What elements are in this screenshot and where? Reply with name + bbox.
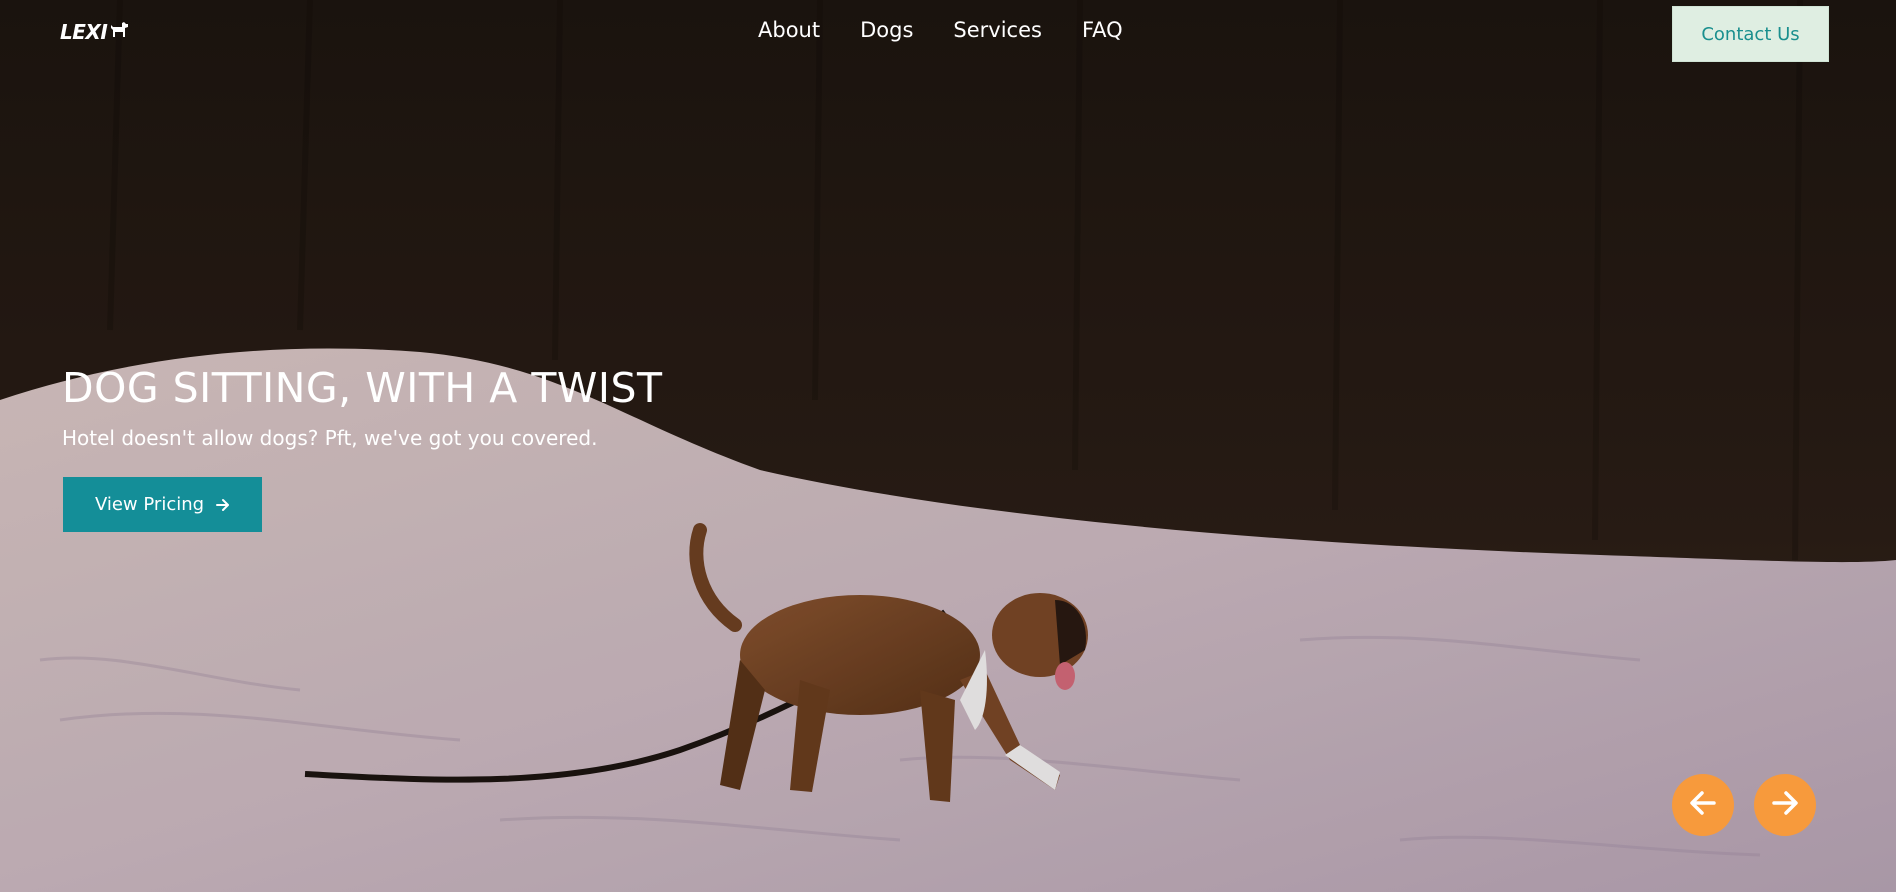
view-pricing-label: View Pricing <box>94 494 205 515</box>
hero-subtext: Hotel doesn't allow dogs? Pft, we've got… <box>62 426 598 450</box>
carousel-prev-button[interactable] <box>1672 774 1734 836</box>
contact-us-button[interactable]: Contact Us <box>1672 6 1829 62</box>
main-nav: About Dogs Services FAQ <box>758 18 1123 42</box>
view-pricing-button[interactable]: View Pricing <box>63 477 262 532</box>
arrow-right-icon <box>1770 788 1800 822</box>
hero-headline: DOG SITTING, WITH A TWIST <box>62 364 663 412</box>
nav-item-faq[interactable]: FAQ <box>1082 18 1123 42</box>
brand-logo[interactable]: LEXI <box>60 20 129 44</box>
dog-icon <box>109 21 129 43</box>
nav-item-services[interactable]: Services <box>953 18 1042 42</box>
arrow-right-icon <box>216 498 230 512</box>
nav-item-dogs[interactable]: Dogs <box>860 18 913 42</box>
carousel-next-button[interactable] <box>1754 774 1816 836</box>
brand-logo-text: LEXI <box>60 20 108 44</box>
arrow-left-icon <box>1688 788 1718 822</box>
hero-section: LEXI About Dogs Services FAQ Contact Us … <box>0 0 1896 892</box>
nav-item-about[interactable]: About <box>758 18 820 42</box>
